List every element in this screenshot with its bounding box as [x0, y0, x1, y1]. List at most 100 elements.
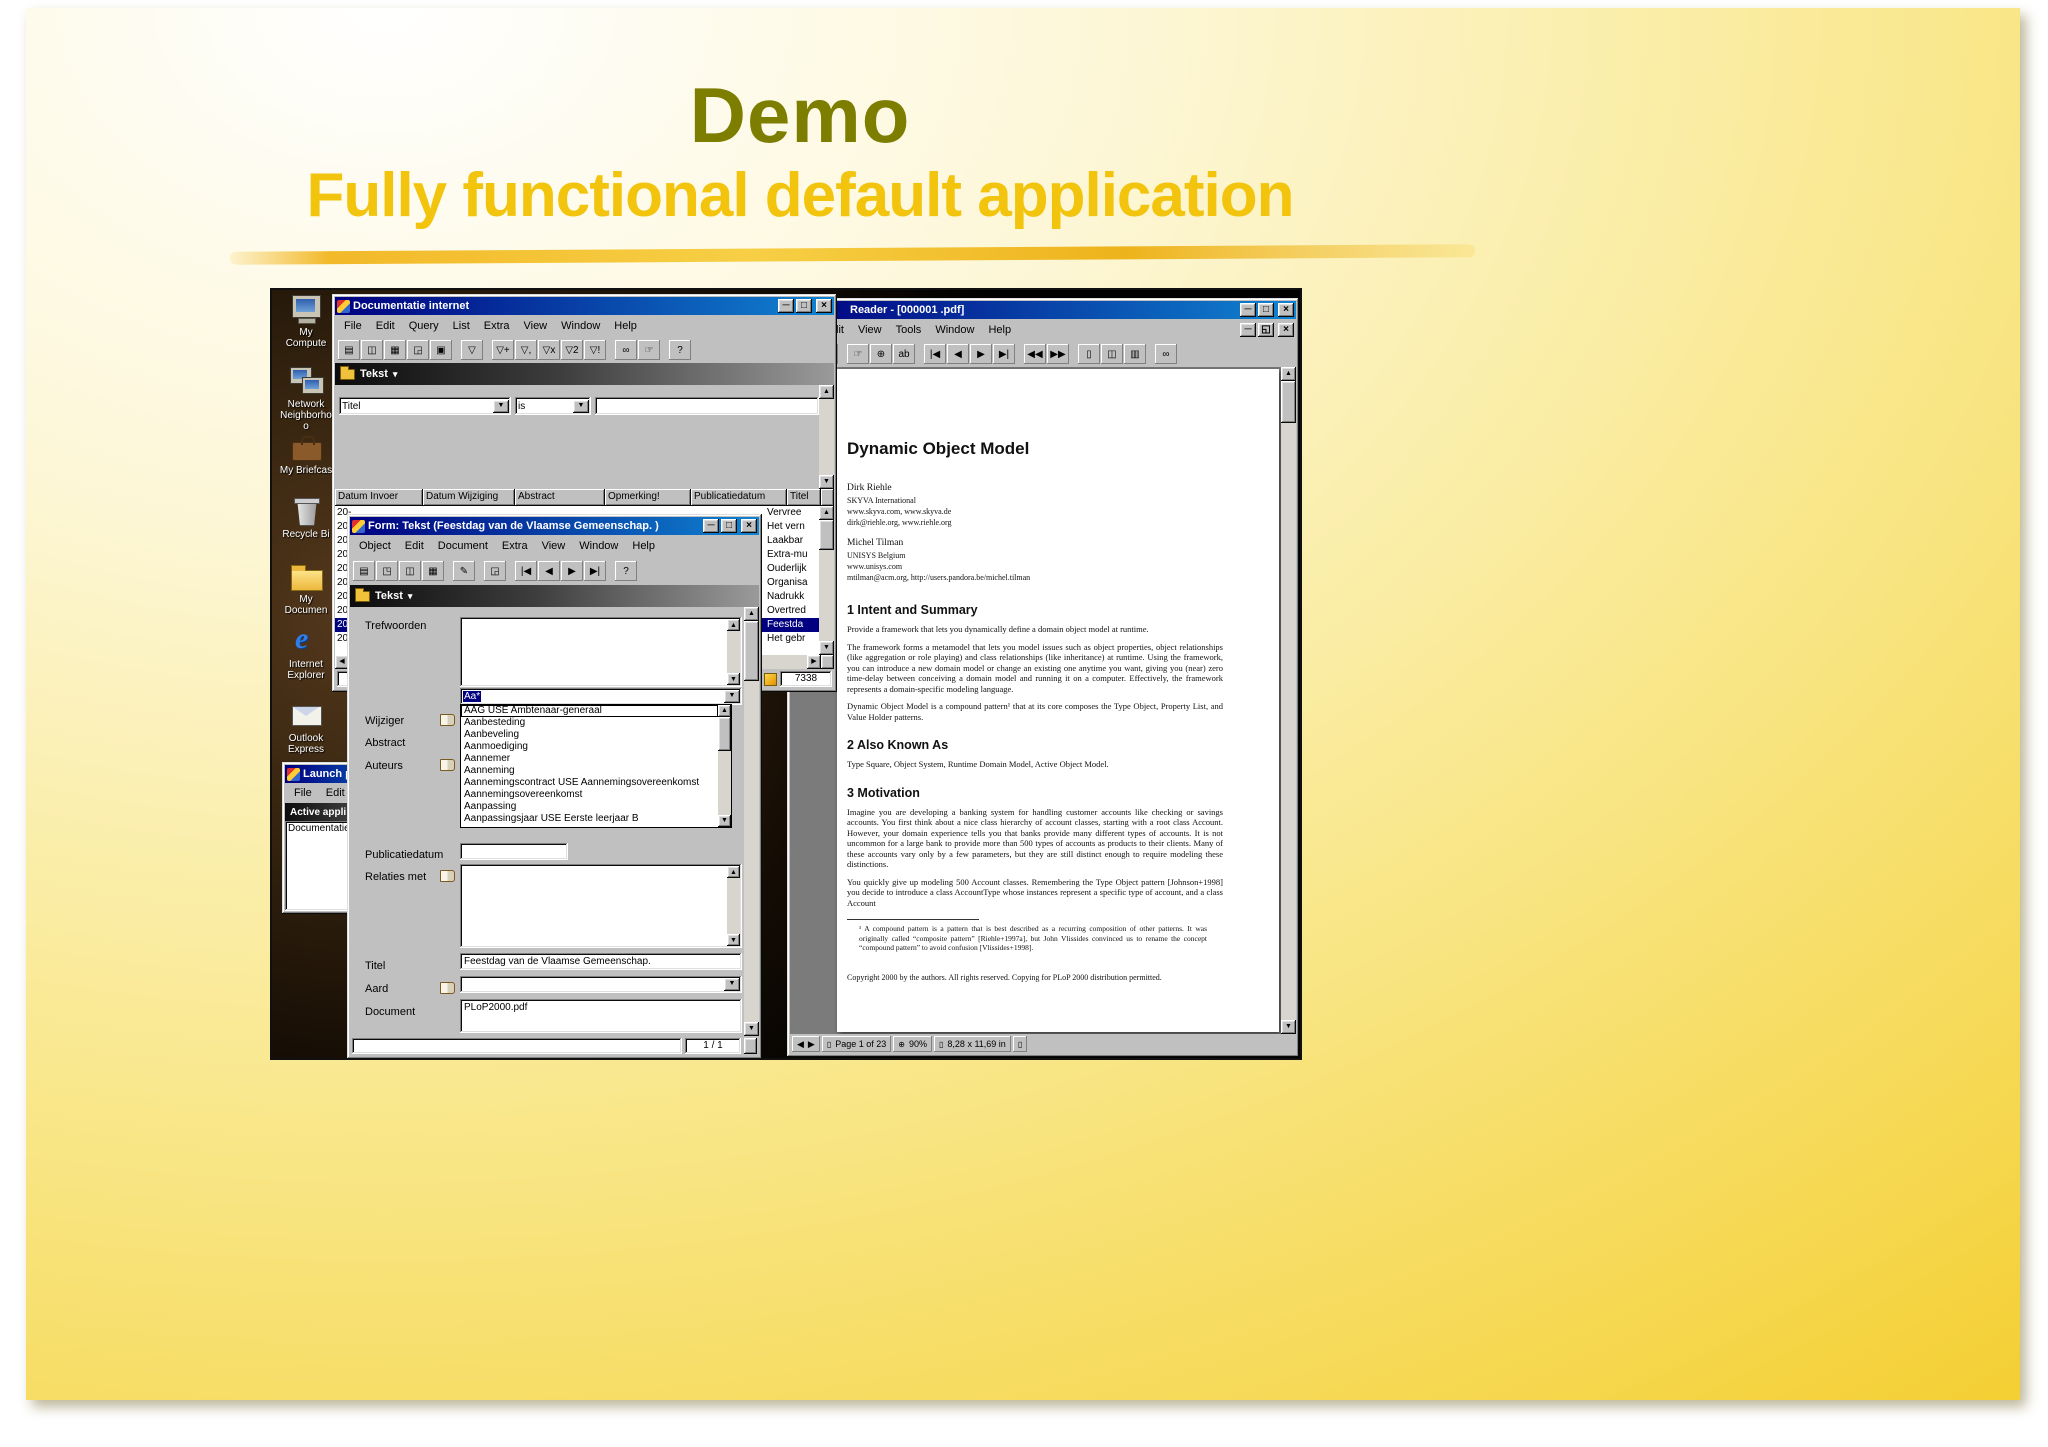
mdi-close-button[interactable]: × — [1278, 323, 1294, 337]
open-views-icon[interactable]: ◫ — [399, 561, 421, 581]
desktop-icon-network-neighborhood[interactable]: Network Neighborhoo — [278, 366, 334, 432]
menu-item[interactable]: View — [851, 321, 889, 339]
minimize-button[interactable]: ─ — [1240, 303, 1256, 317]
toolbar-separator[interactable] — [1147, 344, 1154, 364]
combo-dropdown-icon[interactable]: ▼ — [573, 399, 589, 413]
find-icon[interactable]: ∞ — [615, 340, 637, 360]
desktop-icon-my-briefcase[interactable]: My Briefcas — [278, 432, 334, 476]
field-scrollbar[interactable]: ▲ ▼ — [727, 619, 740, 685]
menu-item[interactable]: Help — [625, 537, 662, 555]
scroll-thumb[interactable] — [1281, 381, 1296, 423]
document-field[interactable]: PLoP2000.pdf — [460, 999, 742, 1033]
hand-tool-icon[interactable]: ☞ — [847, 344, 869, 364]
zoom-indicator[interactable]: ⊕ 90% — [893, 1036, 933, 1052]
form-icon[interactable]: ▤ — [353, 561, 375, 581]
page-size-indicator[interactable]: ▯ 8,28 x 11,69 in — [934, 1036, 1011, 1052]
query-scrollbar[interactable]: ▲ ▼ — [819, 385, 834, 489]
menu-item[interactable]: View — [516, 317, 554, 335]
dropdown-scrollbar[interactable]: ▲ ▼ — [718, 705, 731, 827]
filter-new-icon[interactable]: ▽ — [461, 340, 483, 360]
toolbar-separator[interactable] — [661, 340, 668, 360]
relaties-met-textarea[interactable]: ▲ ▼ — [460, 864, 742, 948]
find-icon[interactable]: ∞ — [1155, 344, 1177, 364]
scroll-down-icon[interactable]: ▼ — [819, 475, 834, 489]
dropdown-item[interactable]: Aanbesteding — [461, 717, 718, 729]
minimize-button[interactable]: ─ — [703, 519, 719, 533]
menu-item[interactable]: File — [287, 784, 319, 802]
help-icon[interactable]: ? — [669, 340, 691, 360]
maximize-button[interactable]: □ — [796, 299, 812, 313]
menu-item[interactable]: Help — [607, 317, 644, 335]
filter-value-input[interactable] — [595, 397, 819, 415]
dropdown-item[interactable]: Aanmoediging — [461, 741, 718, 753]
desktop-icon-my-documents[interactable]: My Documen — [278, 561, 334, 616]
scroll-down-icon[interactable]: ▼ — [727, 934, 740, 946]
copy-form-icon[interactable]: ◳ — [376, 561, 398, 581]
dropdown-item[interactable]: Aannemingsovereenkomst — [461, 789, 718, 801]
toolbar-separator[interactable] — [607, 561, 614, 581]
scroll-thumb[interactable] — [744, 621, 759, 681]
scroll-track[interactable] — [819, 520, 834, 641]
close-button[interactable]: × — [816, 299, 832, 313]
titlebar[interactable]: Form: Tekst (Feestdag van de Vlaamse Gem… — [350, 517, 759, 535]
menu-item[interactable]: Query — [402, 317, 446, 335]
desktop-icon-internet-explorer[interactable]: Internet Explorer — [278, 622, 334, 681]
lookup-book-icon[interactable] — [440, 870, 455, 882]
scroll-up-icon[interactable]: ▲ — [727, 619, 740, 631]
scroll-up-icon[interactable]: ▲ — [819, 506, 834, 520]
menu-item[interactable]: Tools — [889, 321, 929, 339]
close-button[interactable]: × — [1278, 303, 1294, 317]
desktop-icon-recycle-bin[interactable]: Recycle Bi — [278, 496, 334, 540]
last-record-icon[interactable]: ▶| — [584, 561, 606, 581]
menu-item[interactable]: Window — [928, 321, 981, 339]
trefwoorden-textarea[interactable]: ▲ ▼ — [460, 617, 742, 687]
lookup-book-icon[interactable] — [440, 982, 455, 994]
scroll-down-icon[interactable]: ▼ — [718, 815, 731, 827]
combo-dropdown-icon[interactable]: ▼ — [724, 978, 740, 991]
operator-combobox[interactable]: is ▼ — [515, 397, 591, 415]
single-page-icon[interactable]: ▯ — [1078, 344, 1100, 364]
scroll-thumb[interactable] — [819, 520, 834, 550]
status-nav-buttons[interactable]: ◀ ▶ — [792, 1036, 820, 1052]
lookup-book-icon[interactable] — [440, 714, 455, 726]
zoom-icon[interactable]: ⊕ — [870, 344, 892, 364]
scroll-up-icon[interactable]: ▲ — [819, 385, 834, 399]
scroll-right-icon[interactable]: ▶ — [807, 655, 821, 669]
menu-item[interactable]: Document — [431, 537, 495, 555]
previous-page-icon[interactable]: ◀ — [947, 344, 969, 364]
column-header[interactable]: Datum Invoer — [335, 489, 423, 506]
card-file-icon[interactable]: ▦ — [422, 561, 444, 581]
scroll-track[interactable] — [744, 621, 759, 1022]
print-preview-icon[interactable]: ◲ — [484, 561, 506, 581]
continuous-page-icon[interactable]: ◫ — [1101, 344, 1123, 364]
new-record-icon[interactable]: ▤ — [338, 340, 360, 360]
maximize-button[interactable]: □ — [721, 519, 737, 533]
scroll-up-icon[interactable]: ▲ — [744, 607, 759, 621]
scroll-track[interactable] — [727, 631, 740, 673]
grid-vertical-scrollbar[interactable]: ▲ ▼ — [819, 506, 834, 655]
menu-item[interactable]: Window — [554, 317, 607, 335]
desktop-icon-outlook-express[interactable]: Outlook Express — [278, 700, 334, 755]
scroll-thumb[interactable] — [718, 717, 731, 751]
menu-item[interactable]: Extra — [495, 537, 535, 555]
card-file-icon[interactable]: ▦ — [384, 340, 406, 360]
help-icon[interactable]: ? — [615, 561, 637, 581]
dropdown-item[interactable]: Aanneming — [461, 765, 718, 777]
next-record-icon[interactable]: ▶ — [561, 561, 583, 581]
menu-item[interactable]: File — [337, 317, 369, 335]
section-header[interactable]: Tekst ▾ — [350, 585, 759, 607]
last-page-icon[interactable]: ▶| — [993, 344, 1015, 364]
filter-run-icon[interactable]: ▽! — [584, 340, 606, 360]
dropdown-item[interactable]: Aannemer — [461, 753, 718, 765]
status-extra-segment[interactable]: ▯ — [1012, 1036, 1028, 1052]
trefwoord-combobox[interactable]: Aa* ▼ — [460, 688, 742, 705]
first-page-icon[interactable]: |◀ — [924, 344, 946, 364]
menu-item[interactable]: Object — [352, 537, 398, 555]
first-record-icon[interactable]: |◀ — [515, 561, 537, 581]
scroll-track[interactable] — [727, 878, 740, 934]
toolbar-separator[interactable] — [453, 340, 460, 360]
aard-combobox[interactable]: ▼ — [460, 976, 742, 993]
toolbar-separator[interactable] — [1016, 344, 1023, 364]
toolbar-separator[interactable] — [484, 340, 491, 360]
next-page-icon[interactable]: ▶ — [970, 344, 992, 364]
